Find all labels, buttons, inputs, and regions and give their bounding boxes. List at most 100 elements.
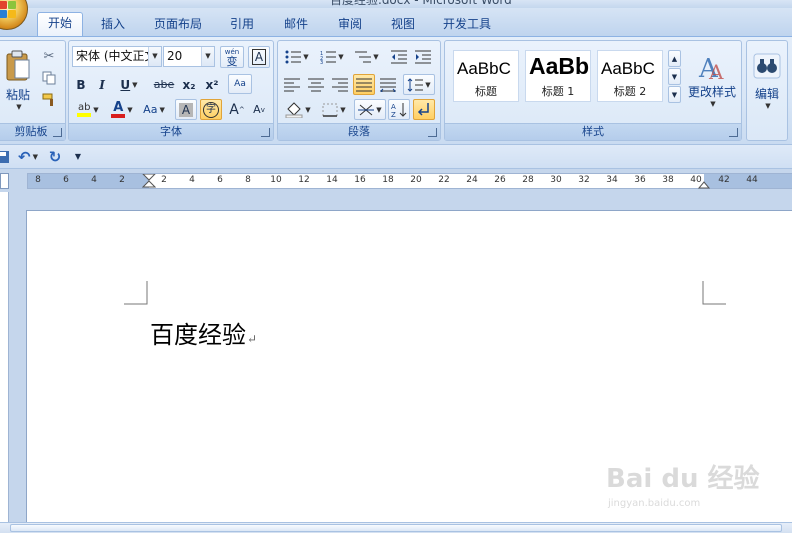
align-center-icon xyxy=(308,78,324,91)
enclose-characters-button[interactable]: 字 xyxy=(200,99,222,120)
phonetic-guide-button[interactable]: wén 变 xyxy=(220,46,244,68)
tab-selector[interactable] xyxy=(0,173,9,189)
horizontal-ruler[interactable]: 8 6 4 2 2 4 6 8 10 12 14 16 18 20 22 24 26 28 30 32 34 36 38 40… xyxy=(27,173,792,189)
increase-indent-button[interactable] xyxy=(412,46,434,67)
subscript-button[interactable]: x₂ xyxy=(179,74,199,95)
format-painter-button[interactable] xyxy=(39,90,59,110)
numbering-button[interactable]: 123 ▼ xyxy=(316,46,348,67)
ruler-number: 22 xyxy=(438,175,450,185)
chevron-down-icon: ▼ xyxy=(376,105,382,114)
chevron-down-icon: ▼ xyxy=(303,52,309,61)
bullet-list-icon xyxy=(285,50,302,63)
editing-group: 编辑 ▼ xyxy=(746,40,788,141)
copy-button[interactable] xyxy=(39,68,59,88)
undo-button[interactable]: ↶ ▼ xyxy=(14,146,42,167)
justify-icon xyxy=(356,78,372,91)
dialog-launcher-icon[interactable] xyxy=(428,128,437,137)
styles-more-button[interactable]: ▼ xyxy=(668,86,681,103)
borders-button[interactable]: ▼ xyxy=(318,99,350,120)
grow-font-button[interactable]: A ^ xyxy=(227,99,247,120)
title-bar: 百度经验.docx - Microsoft Word xyxy=(0,0,792,8)
styles-scroll-down-button[interactable]: ▼ xyxy=(668,68,681,85)
chinese-layout-button[interactable]: ▼ xyxy=(354,99,386,120)
shrink-font-button[interactable]: Av xyxy=(249,99,269,120)
distributed-button[interactable] xyxy=(377,74,399,95)
scissors-icon: ✂ xyxy=(43,48,55,64)
save-icon xyxy=(0,150,9,163)
style-title[interactable]: AaBbC 标题 xyxy=(453,50,519,102)
font-color-icon: A xyxy=(111,101,126,118)
ruler-number: 38 xyxy=(662,175,674,185)
borders-icon xyxy=(322,103,338,117)
save-button[interactable] xyxy=(0,146,10,167)
align-right-button[interactable] xyxy=(329,74,351,95)
editing-button[interactable]: 编辑 ▼ xyxy=(750,45,784,117)
baidu-watermark: Bai du 经验 jingyan.baidu.com xyxy=(606,464,760,509)
tab-references[interactable]: 引用 xyxy=(222,14,262,36)
chevron-down-icon: ▼ xyxy=(305,105,311,114)
show-hide-marks-button[interactable] xyxy=(413,99,435,120)
horizontal-scrollbar[interactable] xyxy=(0,522,792,533)
redo-button[interactable]: ↻ xyxy=(46,146,64,167)
tab-developer[interactable]: 开发工具 xyxy=(435,14,499,36)
shading-button[interactable]: ▼ xyxy=(281,99,315,120)
dialog-launcher-icon[interactable] xyxy=(53,128,62,137)
chevron-down-icon: ▼ xyxy=(201,47,214,66)
chevron-down-icon: ▼ xyxy=(16,102,22,111)
shrink-font-icon: A xyxy=(253,103,261,116)
decrease-indent-button[interactable] xyxy=(388,46,410,67)
chevron-down-icon: ▼ xyxy=(425,80,431,89)
italic-button[interactable]: I xyxy=(93,74,111,95)
style-heading-2[interactable]: AaBbC 标题 2 xyxy=(597,50,663,102)
character-shading-button[interactable]: A xyxy=(175,99,197,120)
tab-page-layout[interactable]: 页面布局 xyxy=(146,14,210,36)
styles-scroll-up-button[interactable]: ▲ xyxy=(668,50,681,67)
tab-review[interactable]: 审阅 xyxy=(330,14,370,36)
customize-qat-button[interactable]: ▼ xyxy=(70,146,86,167)
ruler-number: 4 xyxy=(91,175,97,185)
clear-formatting-button[interactable]: Aa xyxy=(228,74,252,94)
text-highlight-button[interactable]: ab ▼ xyxy=(72,99,104,120)
align-left-button[interactable] xyxy=(281,74,303,95)
cut-button[interactable]: ✂ xyxy=(39,46,59,66)
superscript-button[interactable]: x² xyxy=(202,74,222,95)
bullets-button[interactable]: ▼ xyxy=(281,46,313,67)
font-name-select[interactable]: 宋体 (中文正文) ▼ xyxy=(72,46,162,67)
change-styles-button[interactable]: AA 更改样式 ▼ xyxy=(685,46,739,114)
paste-button[interactable]: 粘贴 ▼ xyxy=(1,45,35,115)
style-heading-1[interactable]: AaBb 标题 1 xyxy=(525,50,591,102)
underline-button[interactable]: U ▼ xyxy=(114,74,144,95)
dialog-launcher-icon[interactable] xyxy=(729,128,738,137)
crop-mark-top-right xyxy=(702,281,726,305)
align-center-button[interactable] xyxy=(305,74,327,95)
clipboard-group: 粘贴 ▼ ✂ 剪贴板 xyxy=(0,40,66,141)
copy-icon xyxy=(42,71,56,85)
character-border-button[interactable]: A xyxy=(248,46,270,68)
paragraph-group-label: 段落 xyxy=(278,123,440,140)
scrollbar-thumb[interactable] xyxy=(10,524,782,532)
quick-access-toolbar: ↶ ▼ ↻ ▼ xyxy=(0,144,792,169)
indent-marker-icon[interactable] xyxy=(142,174,156,189)
multilevel-list-button[interactable]: ▼ xyxy=(351,46,383,67)
dialog-launcher-icon[interactable] xyxy=(261,128,270,137)
justify-button[interactable] xyxy=(353,74,375,95)
ruler-number: 2 xyxy=(161,175,167,185)
character-shading-icon: A xyxy=(178,102,194,117)
font-color-button[interactable]: A ▼ xyxy=(107,99,137,120)
sort-button[interactable]: AZ xyxy=(388,99,410,120)
tab-home[interactable]: 开始 xyxy=(37,12,83,37)
font-size-select[interactable]: 20 ▼ xyxy=(163,46,215,67)
ruler-number: 32 xyxy=(578,175,590,185)
tab-view[interactable]: 视图 xyxy=(383,14,423,36)
svg-text:A: A xyxy=(391,103,396,111)
strikethrough-button[interactable]: abe xyxy=(152,74,176,95)
line-spacing-button[interactable]: ▼ xyxy=(403,74,435,95)
tab-insert[interactable]: 插入 xyxy=(92,14,134,36)
document-body-text[interactable]: 百度经验↵ xyxy=(150,315,257,350)
bold-button[interactable]: B xyxy=(72,74,90,95)
tab-mailings[interactable]: 邮件 xyxy=(276,14,316,36)
svg-text:Z: Z xyxy=(391,111,396,118)
ruler-number: 42 xyxy=(718,175,730,185)
paragraph-mark: ↵ xyxy=(247,332,258,346)
change-case-button[interactable]: Aa ▼ xyxy=(140,99,168,120)
